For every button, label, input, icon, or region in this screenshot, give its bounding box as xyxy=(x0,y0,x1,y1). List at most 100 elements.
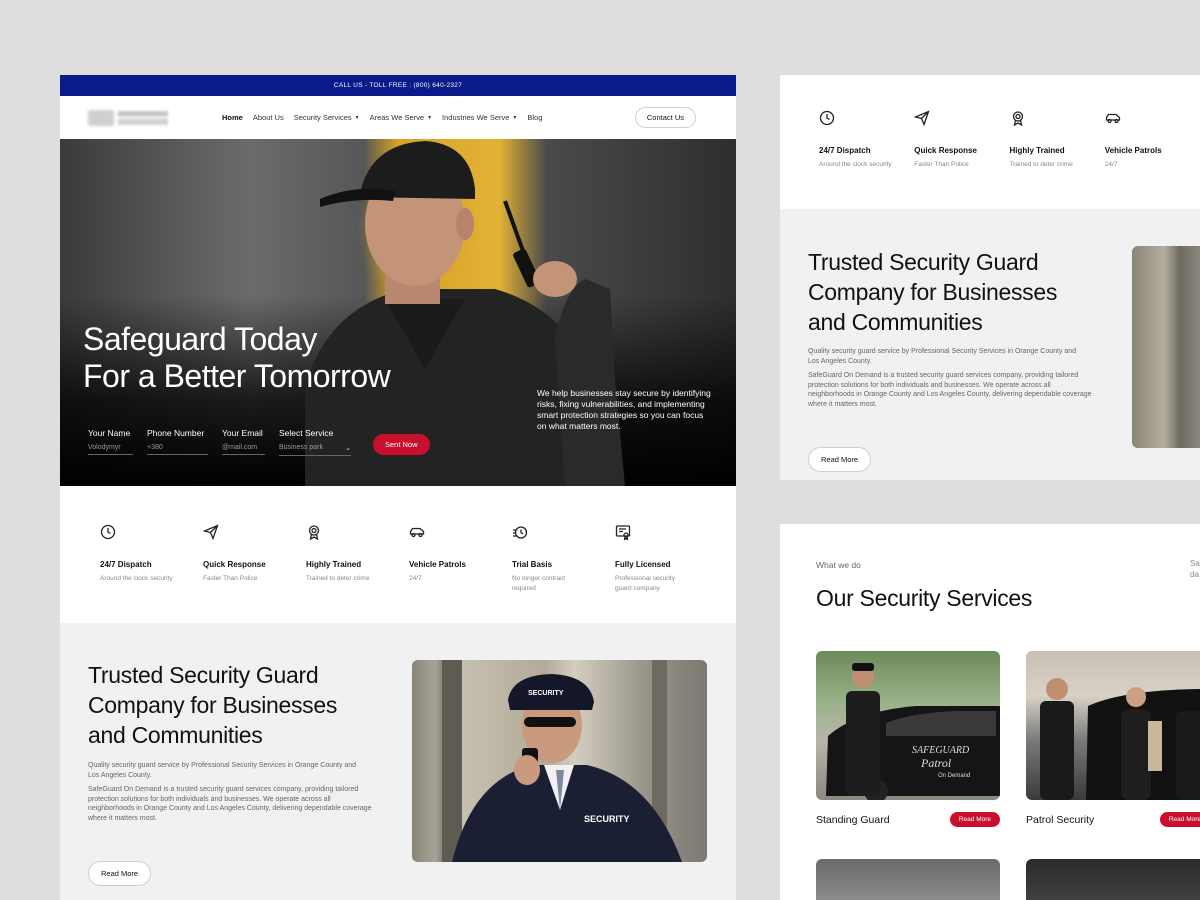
services-side-text: Sa co da Co xyxy=(1190,559,1200,579)
badge-icon xyxy=(1012,111,1023,127)
feature-item: Quick Response Faster Than Police xyxy=(913,110,1009,209)
bodyguards-illustration xyxy=(1040,678,1200,800)
feature-item: Highly Trained Trained to deter crime xyxy=(306,524,409,623)
feature-item: Trial Basis No longer contract required xyxy=(512,524,615,623)
phone-input[interactable]: +380 xyxy=(147,444,208,455)
email-input[interactable]: @mail.com xyxy=(222,444,265,455)
feature-title: Vehicle Patrols xyxy=(409,560,466,569)
jacket-security-text: SECURITY xyxy=(584,814,630,824)
car-patrol-text: Patrol xyxy=(920,756,952,770)
nav-menu: Home About Us Security Services ▼ Areas W… xyxy=(222,113,542,122)
feature-title: Highly Trained xyxy=(1009,146,1065,155)
service-card-patrol-security[interactable]: Patrol Security Read More xyxy=(1026,651,1200,827)
feature-subtitle: Faster Than Police xyxy=(914,161,969,168)
trusted-intro: Quality security guard service by Profes… xyxy=(808,348,1077,365)
trusted-section: Trusted Security Guard Company for Busin… xyxy=(60,623,736,900)
feature-title: Quick Response xyxy=(914,146,977,155)
patrol-security-image xyxy=(1026,651,1200,800)
page-preview-zoom: 24/7 Dispatch Around the clock security … xyxy=(780,75,1200,480)
chevron-down-icon: ▼ xyxy=(427,114,433,121)
trusted-intro: Quality security guard service by Profes… xyxy=(88,762,357,779)
toll-free-text: CALL US - TOLL FREE : (800) 640-2327 xyxy=(333,82,463,89)
services-preview: What we do Our Security Services Sa co d… xyxy=(780,524,1200,900)
contact-us-button[interactable]: Contact Us xyxy=(634,107,696,128)
hero-title: Safeguard Today For a Better Tomorrow xyxy=(83,321,391,395)
service-name: Patrol Security xyxy=(1026,813,1095,826)
feature-subtitle: Around the clock security xyxy=(819,161,892,168)
toll-free-bar: CALL US - TOLL FREE : (800) 640-2327 xyxy=(60,75,736,96)
field-label: Your Name xyxy=(88,428,131,438)
feature-title: Fully Licensed xyxy=(615,560,671,569)
field-label: Your Email xyxy=(222,428,263,438)
feature-subtitle: 24/7 xyxy=(1104,161,1118,168)
car-icon xyxy=(1105,113,1120,124)
feature-item: Vehicle Patrols 24/7 xyxy=(409,524,512,623)
feature-item: Highly Trained Trained to deter crime xyxy=(1010,110,1105,209)
nav-item-blog[interactable]: Blog xyxy=(527,113,542,122)
feature-subtitle: Faster Than Police xyxy=(203,575,258,582)
send-icon xyxy=(913,110,930,127)
send-now-button[interactable]: Sent Now xyxy=(373,434,430,455)
nav-label: Security Services xyxy=(293,113,352,122)
phone-field[interactable]: Phone Number +380 xyxy=(147,428,208,455)
service-card-standing-guard[interactable]: SAFEGUARD Patrol On Demand Standing Guar… xyxy=(816,651,1000,827)
nav-item-about[interactable]: About Us xyxy=(253,113,284,122)
chevron-down-icon: ▼ xyxy=(512,114,518,121)
feature-title: 24/7 Dispatch xyxy=(819,146,871,155)
security-officer-image-cropped xyxy=(1132,246,1200,448)
field-label: Select Service xyxy=(279,428,334,438)
cap-security-text: SECURITY xyxy=(528,690,564,697)
main-page-preview: CALL US - TOLL FREE : (800) 640-2327 Hom… xyxy=(60,75,736,900)
badge-icon xyxy=(308,525,320,541)
feature-subtitle: Around the clock security xyxy=(100,575,173,582)
nav-item-home[interactable]: Home xyxy=(222,113,243,122)
quote-form: Your Name Volodymyr Phone Number +380 Yo… xyxy=(88,428,430,456)
clock-icon xyxy=(100,524,116,540)
nav-item-areas[interactable]: Areas We Serve ▼ xyxy=(370,113,432,122)
name-input[interactable]: Volodymyr xyxy=(88,444,133,455)
email-field[interactable]: Your Email @mail.com xyxy=(222,428,265,455)
read-more-button[interactable]: Read More xyxy=(1159,812,1200,827)
hero-description: We help businesses stay secure by identi… xyxy=(537,388,711,431)
trusted-title: Trusted Security Guard Company for Busin… xyxy=(88,662,338,748)
navbar: Home About Us Security Services ▼ Areas W… xyxy=(60,96,736,139)
trusted-section: Trusted Security Guard Company for Busin… xyxy=(780,209,1200,480)
feature-title: 24/7 Dispatch xyxy=(100,560,152,569)
read-more-button[interactable]: Read More xyxy=(808,447,872,472)
feature-title: Highly Trained xyxy=(306,560,362,569)
service-card-image-partial xyxy=(816,859,1000,900)
service-select-value: Business park xyxy=(279,444,323,451)
trusted-title: Trusted Security Guard Company for Busin… xyxy=(808,249,1058,335)
chevron-down-icon: ⌄ xyxy=(345,445,351,452)
feature-title: Vehicle Patrols xyxy=(1104,146,1162,155)
security-officer-illustration: SECURITY SECURITY xyxy=(442,660,682,862)
logo[interactable] xyxy=(88,109,178,126)
trusted-body: SafeGuard On Demand is a trusted securit… xyxy=(808,372,1092,408)
nav-item-security-services[interactable]: Security Services ▼ xyxy=(294,113,360,122)
nav-item-industries[interactable]: Industries We Serve ▼ xyxy=(442,113,517,122)
hero-title-line: Safeguard Today xyxy=(83,321,317,357)
service-select[interactable]: Business park ⌄ xyxy=(279,444,351,456)
feature-item: 24/7 Dispatch Around the clock security xyxy=(819,110,914,209)
name-field[interactable]: Your Name Volodymyr xyxy=(88,428,133,455)
service-field[interactable]: Select Service Business park ⌄ xyxy=(279,428,351,456)
car-icon xyxy=(409,527,425,538)
feature-subtitle: Trained to deter crime xyxy=(1009,161,1073,168)
features-row: 24/7 Dispatch Around the clock security … xyxy=(780,75,1200,209)
patrol-car-illustration: SAFEGUARD Patrol On Demand xyxy=(826,663,1000,800)
service-card-footer: Standing Guard Read More xyxy=(816,812,1000,827)
nav-label: Areas We Serve xyxy=(369,113,425,122)
car-brand-text: SAFEGUARD xyxy=(912,745,970,756)
feature-subtitle: No longer contract required xyxy=(512,575,566,592)
clock-icon xyxy=(819,110,835,126)
service-card-image-partial xyxy=(1026,859,1200,900)
feature-item: Quick Response Faster Than Police xyxy=(202,524,306,623)
read-more-button[interactable]: Read More xyxy=(949,812,1000,827)
read-more-button[interactable]: Read More xyxy=(88,861,152,886)
feature-subtitle: Professional security guard company xyxy=(615,575,675,592)
logo-mark-icon xyxy=(88,109,114,126)
send-icon xyxy=(202,524,219,541)
standing-guard-image: SAFEGUARD Patrol On Demand xyxy=(816,651,1000,800)
trusted-body: SafeGuard On Demand is a trusted securit… xyxy=(88,786,372,822)
feature-item: 24/7 Dispatch Around the clock security xyxy=(100,524,203,623)
